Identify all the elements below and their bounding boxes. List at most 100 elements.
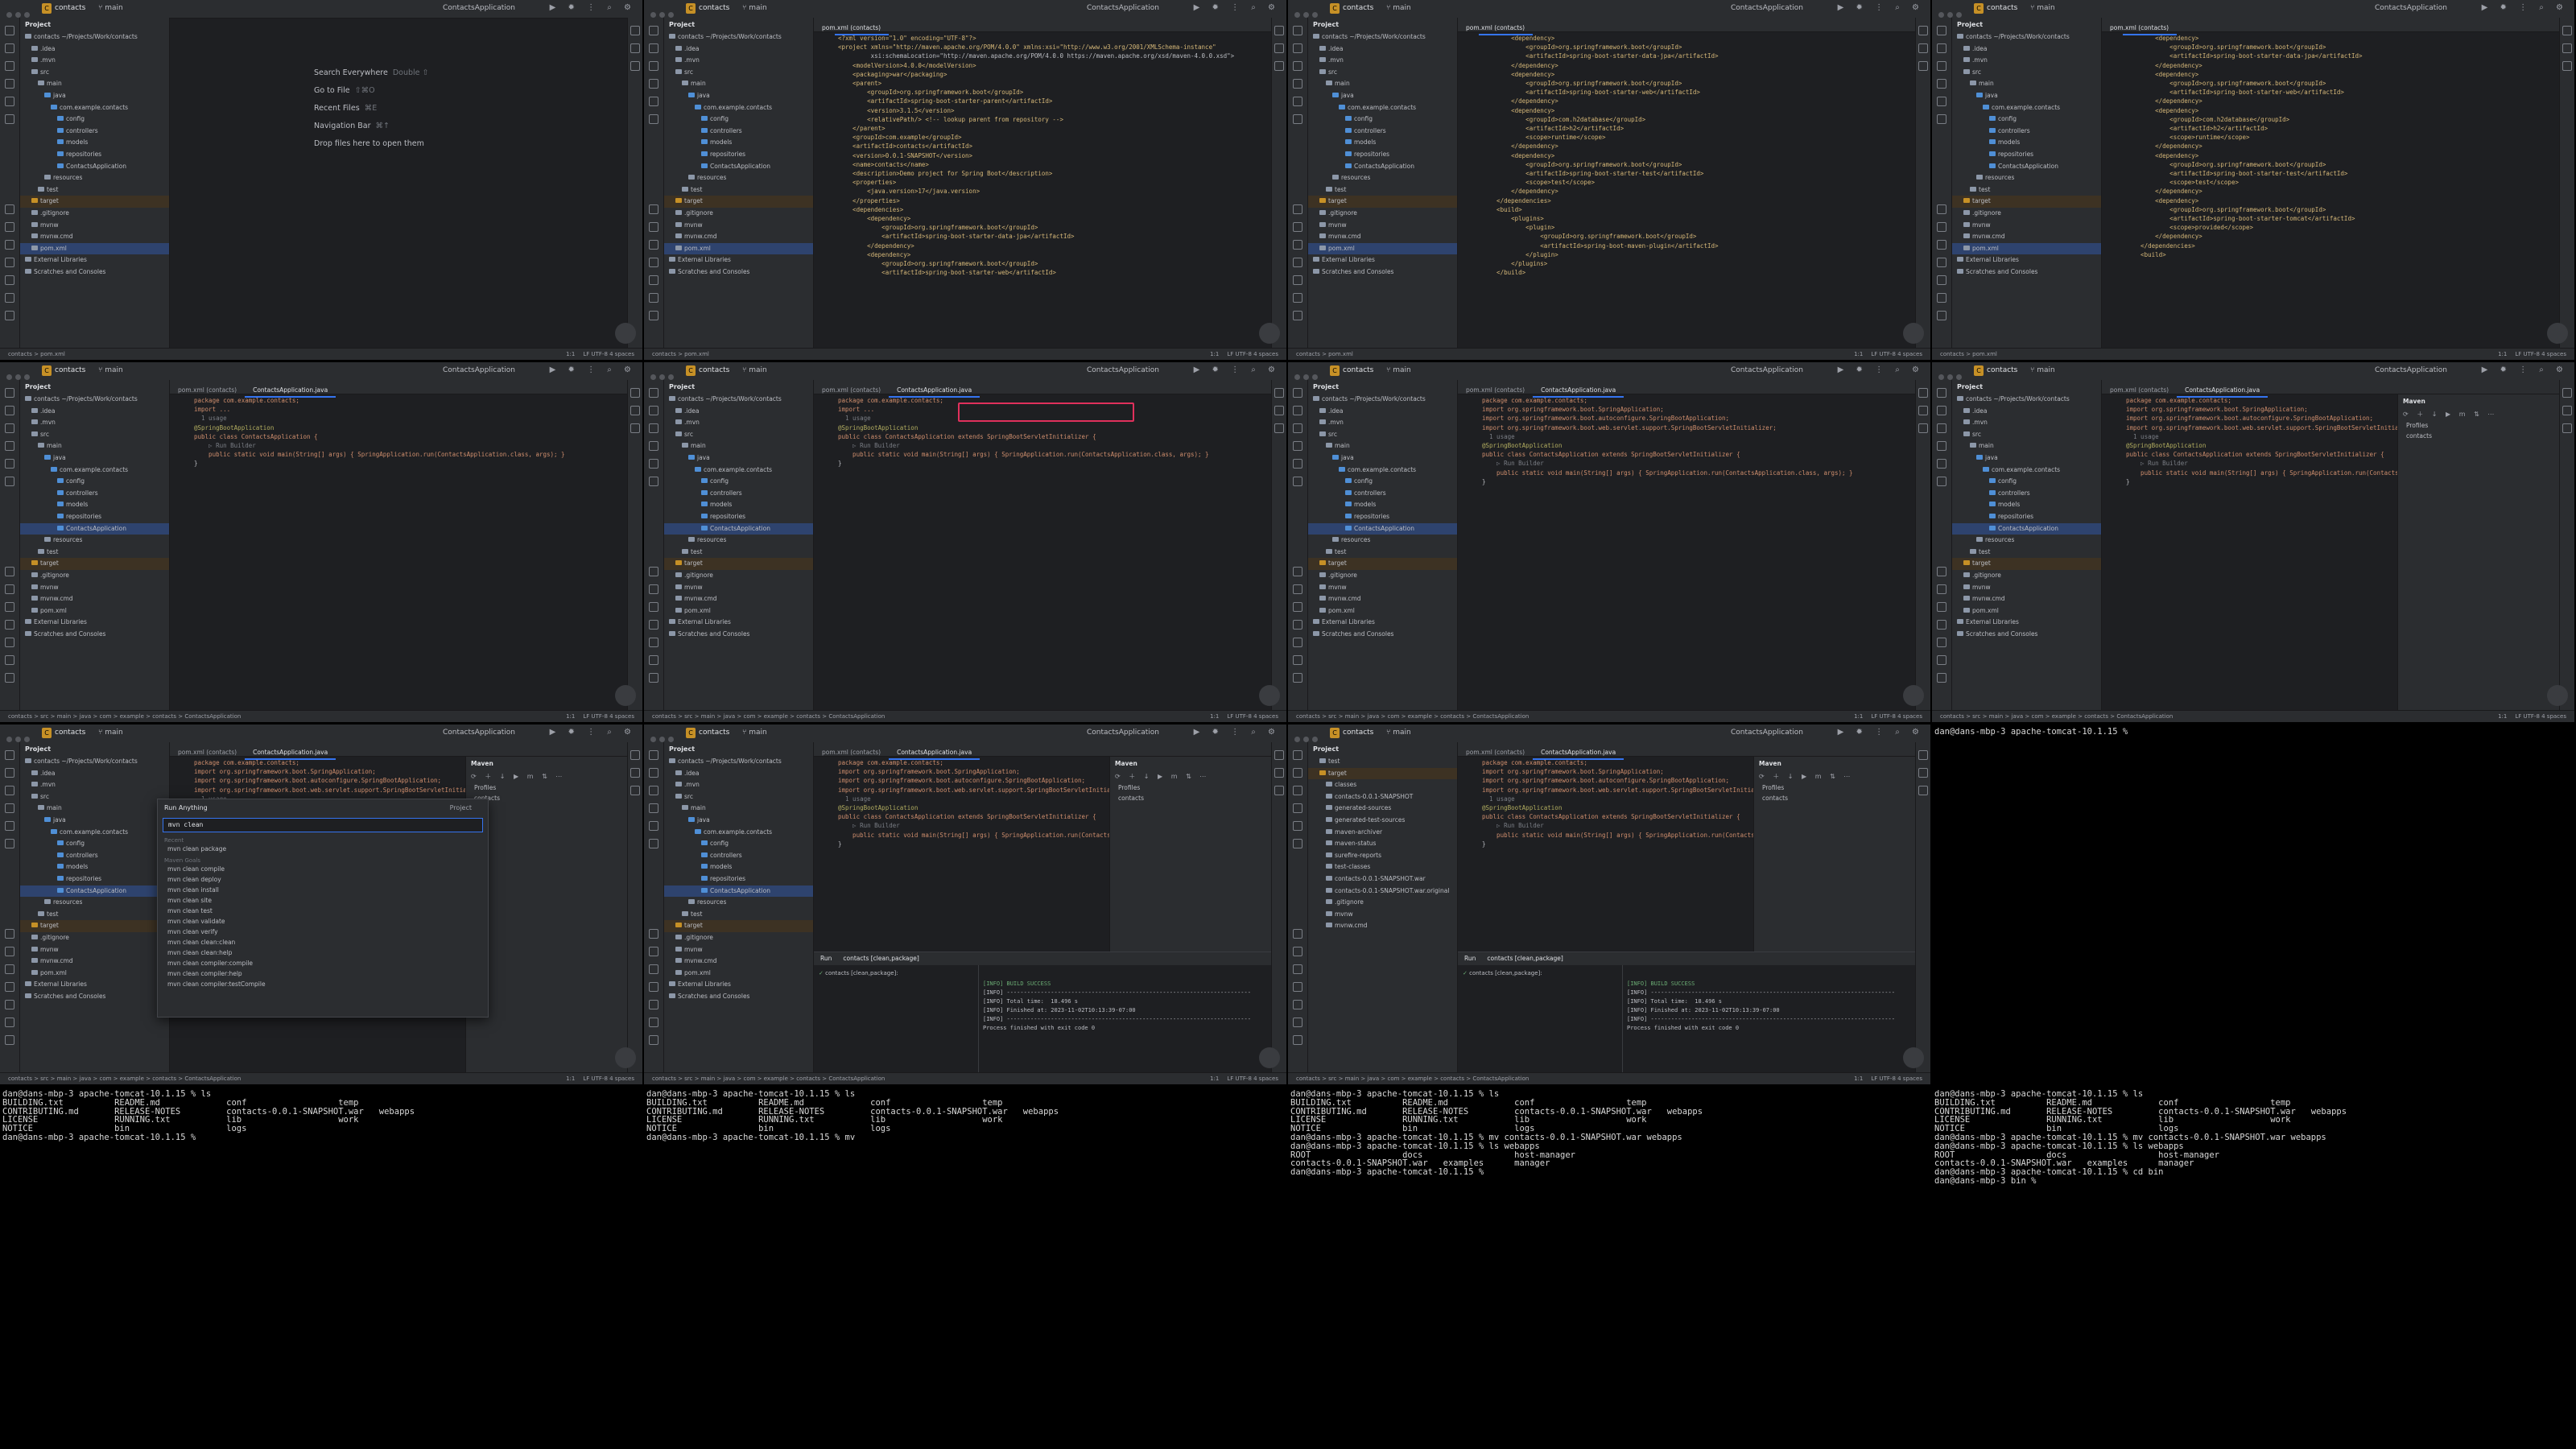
project-panel-title[interactable]: Project <box>1952 18 2101 31</box>
tree-item[interactable]: target <box>664 558 813 570</box>
tool-window-icon[interactable] <box>649 275 658 285</box>
tree-item[interactable]: contacts ~/Projects/Work/contacts <box>664 394 813 406</box>
tree-item[interactable]: contacts ~/Projects/Work/contacts <box>1308 394 1457 406</box>
tool-window-icon[interactable] <box>649 1018 658 1027</box>
tree-item[interactable]: target <box>1308 558 1457 570</box>
run-tree-item[interactable]: ✓ contacts [clean,package]: <box>1463 970 1617 976</box>
tool-window-icon[interactable] <box>649 388 658 398</box>
tool-window-icon[interactable] <box>5 275 14 285</box>
tree-item[interactable]: com.example.contacts <box>1308 464 1457 477</box>
run-anything-item[interactable]: mvn clean compiler:testCompile <box>158 979 488 989</box>
tool-window-icon[interactable] <box>1293 602 1302 612</box>
tree-item[interactable]: src <box>20 429 169 441</box>
branch-selector[interactable]: ⑂ main <box>742 366 767 374</box>
tool-window-icon[interactable] <box>1274 406 1284 415</box>
tool-window-icon[interactable] <box>1293 311 1302 320</box>
tool-window-icon[interactable] <box>5 638 14 647</box>
tool-window-icon[interactable] <box>5 79 14 89</box>
tool-window-icon[interactable] <box>5 26 14 35</box>
tool-window-icon[interactable] <box>630 406 640 415</box>
tree-item[interactable]: target <box>1308 196 1457 208</box>
tree-item[interactable]: Scratches and Consoles <box>20 629 169 641</box>
run-tab[interactable]: Run <box>820 955 832 962</box>
window-control-dot[interactable] <box>659 374 665 380</box>
tree-item[interactable]: test <box>664 909 813 921</box>
maven-title[interactable]: Maven <box>466 757 627 770</box>
project-name[interactable]: contacts <box>1987 4 2017 12</box>
tree-item[interactable]: repositories <box>20 149 169 161</box>
tool-window-icon[interactable] <box>649 1035 658 1045</box>
encoding-info[interactable]: LF UTF-8 4 spaces <box>583 351 634 357</box>
tree-item[interactable]: ContactsApplication <box>664 522 813 535</box>
window-control-dot[interactable] <box>1303 374 1309 380</box>
run-anything-item[interactable]: mvn clean clean:clean <box>158 937 488 947</box>
window-control-dot[interactable] <box>1303 12 1309 18</box>
tree-item[interactable]: test <box>1308 184 1457 196</box>
tree-item[interactable]: config <box>1308 476 1457 488</box>
tree-item[interactable]: classes <box>1308 779 1457 791</box>
tree-item[interactable]: com.example.contacts <box>20 827 169 839</box>
tool-window-icon[interactable] <box>5 459 14 469</box>
tool-window-icon[interactable] <box>1293 750 1302 760</box>
run-anything-item[interactable]: mvn clean package <box>158 844 488 854</box>
tree-item[interactable]: pom.xml <box>1308 242 1457 255</box>
tree-item[interactable]: resources <box>1308 535 1457 547</box>
window-control-dot[interactable] <box>1938 374 1944 380</box>
terminal-1[interactable]: dan@dans-mbp-3 apache-tomcat-10.1.15 % l… <box>0 1085 643 1449</box>
caret-position[interactable]: 1:1 <box>2498 351 2507 357</box>
project-panel-title[interactable]: Project <box>1952 380 2101 394</box>
tree-item[interactable]: ContactsApplication <box>664 885 813 898</box>
assistant-button[interactable] <box>1903 685 1924 706</box>
tool-window-icon[interactable] <box>649 750 658 760</box>
tree-item[interactable]: main <box>1308 78 1457 90</box>
tree-item[interactable]: repositories <box>1952 149 2101 161</box>
assistant-button[interactable] <box>2547 685 2568 706</box>
tree-item[interactable]: pom.xml <box>1308 605 1457 617</box>
tree-item[interactable]: ContactsApplication <box>1952 161 2101 173</box>
tool-window-icon[interactable] <box>5 821 14 831</box>
branch-selector[interactable]: ⑂ main <box>1386 4 1411 12</box>
tree-item[interactable]: .idea <box>1952 406 2101 418</box>
tree-item[interactable]: main <box>664 803 813 815</box>
assistant-button[interactable] <box>1903 1047 1924 1068</box>
tree-item[interactable]: External Libraries <box>20 979 169 991</box>
window-control-dot[interactable] <box>15 12 21 18</box>
tool-window-icon[interactable] <box>649 839 658 848</box>
tree-item[interactable]: External Libraries <box>20 617 169 629</box>
tool-window-icon[interactable] <box>649 459 658 469</box>
scope-selector[interactable]: Project <box>450 804 472 811</box>
window-controls[interactable] <box>6 368 35 380</box>
tree-item[interactable]: com.example.contacts <box>1952 102 2101 114</box>
window-control-dot[interactable] <box>1947 12 1953 18</box>
tool-window-icon[interactable] <box>1293 61 1302 71</box>
window-control-dot[interactable] <box>1956 12 1962 18</box>
tool-window-icon[interactable] <box>5 982 14 992</box>
tree-item[interactable]: ContactsApplication <box>20 885 169 898</box>
tree-item[interactable]: java <box>1952 452 2101 464</box>
window-control-dot[interactable] <box>24 12 30 18</box>
tool-window-icon[interactable] <box>1918 61 1928 71</box>
tree-item[interactable]: .idea <box>20 43 169 56</box>
tool-window-icon[interactable] <box>5 602 14 612</box>
tool-window-icon[interactable] <box>1937 567 1946 576</box>
tree-item[interactable]: .mvn <box>20 417 169 429</box>
tree-item[interactable]: test <box>1952 547 2101 559</box>
tree-item[interactable]: com.example.contacts <box>664 464 813 477</box>
tool-window-icon[interactable] <box>5 964 14 974</box>
tree-item[interactable]: pom.xml <box>664 968 813 980</box>
tree-item[interactable]: Scratches and Consoles <box>1308 266 1457 279</box>
tool-window-icon[interactable] <box>1274 750 1284 760</box>
run-anything-item[interactable]: mvn clean compiler:help <box>158 968 488 979</box>
tool-window-icon[interactable] <box>649 477 658 486</box>
project-name[interactable]: contacts <box>55 4 85 12</box>
tool-window-icon[interactable] <box>1293 293 1302 303</box>
tree-item[interactable]: src <box>1952 429 2101 441</box>
run-config-tab[interactable]: contacts [clean,package] <box>843 955 919 962</box>
tool-window-icon[interactable] <box>1918 26 1928 35</box>
tree-item[interactable]: main <box>20 803 169 815</box>
tree-item[interactable]: models <box>20 861 169 873</box>
caret-position[interactable]: 1:1 <box>2498 713 2507 720</box>
tree-item[interactable]: mvnw.cmd <box>1308 920 1457 932</box>
tree-item[interactable]: mvnw <box>1952 220 2101 232</box>
project-name[interactable]: contacts <box>1343 729 1373 737</box>
